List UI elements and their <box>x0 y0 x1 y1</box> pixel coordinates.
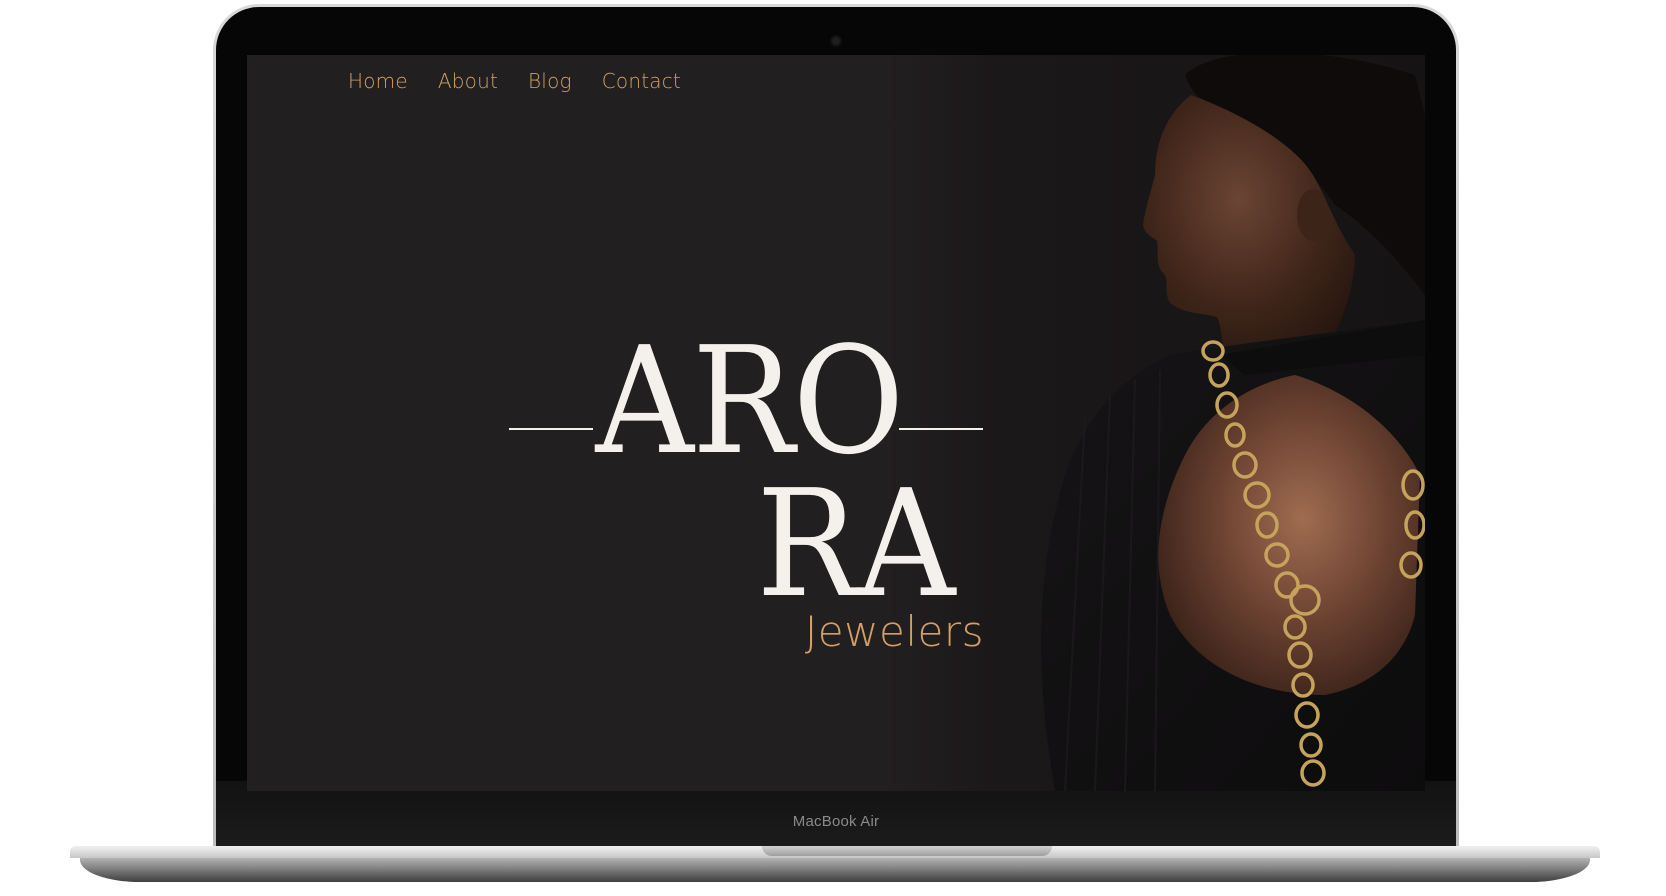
main-navigation: Home About Blog Contact <box>348 69 681 93</box>
brand-tagline: Jewelers <box>804 607 984 656</box>
bezel-chin: MacBook Air <box>216 781 1456 852</box>
device-model-label: MacBook Air <box>792 813 880 830</box>
model-photo <box>995 55 1425 791</box>
website-screen: Home About Blog Contact ARO RA Jewelers <box>247 55 1425 791</box>
brand-logo: ARO RA Jewelers <box>509 287 1029 687</box>
laptop-base <box>70 846 1600 884</box>
nav-link-contact[interactable]: Contact <box>602 69 681 93</box>
brand-name-line2: RA <box>756 458 955 630</box>
brand-name-line1: ARO <box>595 315 905 487</box>
laptop-mockup: MacBook Air Home About Blog Contact ARO … <box>0 0 1666 896</box>
nav-link-home[interactable]: Home <box>348 69 408 93</box>
base-bottom-edge <box>80 858 1590 882</box>
base-notch <box>762 846 1052 856</box>
camera-icon <box>832 37 840 45</box>
nav-link-about[interactable]: About <box>438 69 498 93</box>
logo-dash-left <box>509 428 593 430</box>
nav-link-blog[interactable]: Blog <box>528 69 572 93</box>
